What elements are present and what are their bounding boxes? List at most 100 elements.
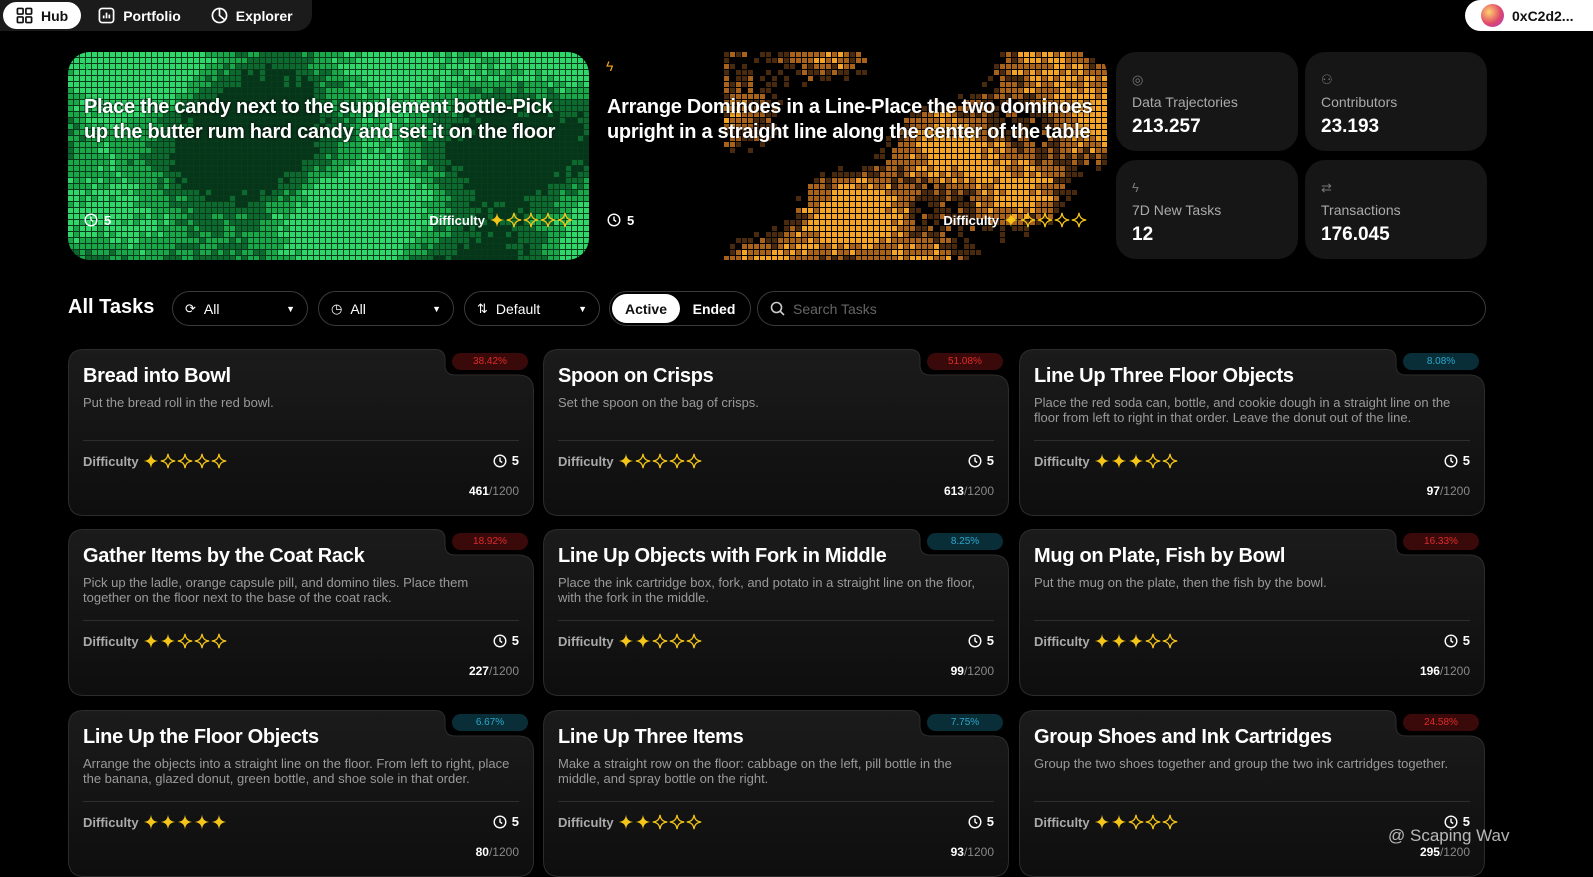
stat-value: 23.193 <box>1321 116 1380 137</box>
stat-label: Contributors <box>1321 94 1398 110</box>
completion-badge: 18.92% <box>452 533 528 550</box>
difficulty-label: Difficulty <box>1034 453 1090 469</box>
star-filled-icon <box>1094 814 1109 830</box>
star-outline-icon <box>1071 212 1087 228</box>
difficulty-label: Difficulty <box>558 814 614 830</box>
difficulty-label: Difficulty <box>558 453 614 469</box>
star-outline-icon <box>160 453 175 469</box>
progress-count: 461/1200 <box>469 484 519 498</box>
steps-count: 5 <box>968 453 994 468</box>
task-title: Bread into Bowl <box>83 365 231 387</box>
task-card[interactable]: 6.67% Line Up the Floor Objects Arrange … <box>68 710 534 877</box>
toggle-active[interactable]: Active <box>612 294 680 323</box>
timer-icon <box>493 453 507 468</box>
tab-portfolio[interactable]: Portfolio <box>85 2 194 29</box>
steps-count: 5 <box>1444 453 1470 468</box>
toggle-ended[interactable]: Ended <box>680 294 748 323</box>
completion-badge: 7.75% <box>927 714 1003 731</box>
star-outline-icon <box>652 453 667 469</box>
tab-explorer[interactable]: Explorer <box>198 2 306 29</box>
search-input[interactable] <box>793 300 1473 317</box>
stat-new-tasks: ϟ 7D New Tasks 12 <box>1116 160 1298 259</box>
steps-value: 5 <box>986 633 994 648</box>
divider <box>83 620 519 621</box>
compass-icon <box>211 7 228 24</box>
progress-total: /1200 <box>488 664 519 678</box>
featured-title: Arrange Dominoes in a Line-Place the two… <box>607 96 1093 143</box>
star-outline-icon <box>194 633 209 649</box>
transfer-icon: ⇄ <box>1321 180 1332 195</box>
star-outline-icon <box>669 633 684 649</box>
stat-label: Transactions <box>1321 202 1401 218</box>
stat-data-trajectories: ◎ Data Trajectories 213.257 <box>1116 52 1298 151</box>
star-filled-icon <box>1003 212 1019 228</box>
task-card[interactable]: 8.25% Line Up Objects with Fork in Middl… <box>543 529 1009 696</box>
steps-value: 5 <box>627 212 635 228</box>
task-title: Line Up Objects with Fork in Middle <box>558 545 887 567</box>
search-box <box>757 291 1486 326</box>
star-filled-icon <box>1111 453 1126 469</box>
featured-task-card[interactable]: ϟ Place the candy next to the supplement… <box>68 52 589 260</box>
task-card[interactable]: 16.33% Mug on Plate, Fish by Bowl Put th… <box>1019 529 1485 696</box>
timer-icon <box>968 453 982 468</box>
time-dropdown[interactable]: ◷ All ▼ <box>318 291 454 326</box>
star-outline-icon <box>669 814 684 830</box>
tab-hub[interactable]: Hub <box>3 2 82 29</box>
difficulty-rating: Difficulty <box>1034 453 1178 469</box>
task-card[interactable]: 24.58% Group Shoes and Ink Cartridges Gr… <box>1019 710 1485 877</box>
star-outline-icon <box>1162 633 1177 649</box>
progress-count: 196/1200 <box>1420 664 1470 678</box>
avatar <box>1481 4 1504 27</box>
difficulty-rating: Difficulty <box>558 453 702 469</box>
difficulty-rating: Difficulty <box>558 633 702 649</box>
sort-dropdown[interactable]: ⇅ Default ▼ <box>464 291 600 326</box>
task-card[interactable]: 51.08% Spoon on Crisps Set the spoon on … <box>543 349 1009 516</box>
top-nav: Hub Portfolio Explorer <box>0 0 312 31</box>
divider <box>558 620 994 621</box>
star-outline-icon <box>506 212 522 228</box>
caret-down-icon: ▼ <box>578 303 587 314</box>
star-filled-icon <box>143 453 158 469</box>
star-outline-icon <box>1145 814 1160 830</box>
star-filled-icon <box>1128 633 1143 649</box>
star-filled-icon <box>143 633 158 649</box>
progress-count: 93/1200 <box>951 845 994 859</box>
progress-done: 99 <box>950 664 964 678</box>
progress-count: 227/1200 <box>469 664 519 678</box>
grid-icon <box>16 7 33 24</box>
progress-done: 196 <box>1419 664 1440 678</box>
task-card[interactable]: 7.75% Line Up Three Items Make a straigh… <box>543 710 1009 877</box>
wallet-button[interactable]: 0xC2d2... <box>1465 0 1593 31</box>
tab-hub-label: Hub <box>41 7 69 24</box>
star-filled-icon <box>635 814 650 830</box>
star-outline-icon <box>1128 814 1143 830</box>
stat-contributors: ⚇ Contributors 23.193 <box>1305 52 1487 151</box>
progress-done: 461 <box>468 484 489 498</box>
stat-value: 12 <box>1132 224 1154 245</box>
progress-done: 295 <box>1419 845 1440 859</box>
task-card[interactable]: 18.92% Gather Items by the Coat Rack Pic… <box>68 529 534 696</box>
task-card[interactable]: 8.08% Line Up Three Floor Objects Place … <box>1019 349 1485 516</box>
divider <box>83 440 519 441</box>
featured-task-card[interactable]: ϟ Arrange Dominoes in a Line-Place the t… <box>604 52 1107 260</box>
completion-badge: 51.08% <box>927 353 1003 370</box>
completion-badge: 38.42% <box>452 353 528 370</box>
divider <box>558 440 994 441</box>
steps-value: 5 <box>1462 633 1470 648</box>
tab-explorer-label: Explorer <box>235 7 293 24</box>
task-card[interactable]: 38.42% Bread into Bowl Put the bread rol… <box>68 349 534 516</box>
difficulty-stars <box>618 814 702 830</box>
difficulty-label: Difficulty <box>83 453 139 469</box>
star-filled-icon <box>1094 633 1109 649</box>
category-dropdown[interactable]: ⟳ All ▼ <box>172 291 308 326</box>
star-outline-icon <box>686 633 701 649</box>
star-outline-icon <box>211 453 226 469</box>
users-icon: ⚇ <box>1321 72 1333 87</box>
stat-value: 213.257 <box>1132 116 1201 137</box>
steps-count: 5 <box>493 453 519 468</box>
category-value: All <box>203 300 220 317</box>
difficulty-stars <box>618 453 702 469</box>
difficulty-rating: Difficulty <box>1034 633 1178 649</box>
divider <box>1034 801 1470 802</box>
task-description: Put the bread roll in the red bowl. <box>83 395 274 410</box>
